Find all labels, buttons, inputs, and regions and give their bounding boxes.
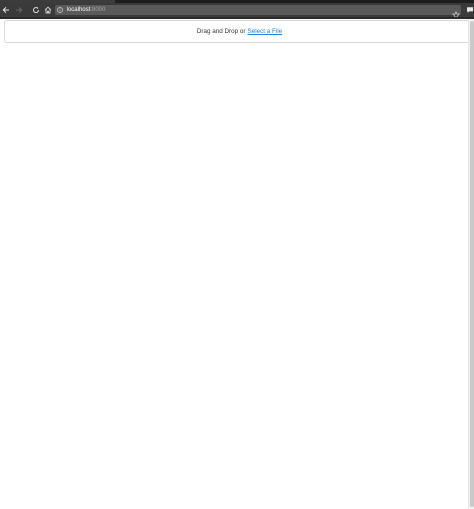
bookmark-star-icon[interactable]	[452, 6, 460, 19]
page-content: Drag and Drop or Select a File	[0, 19, 474, 509]
home-icon[interactable]	[43, 5, 53, 15]
select-file-link[interactable]: Select a File	[248, 28, 283, 35]
url-port: :8000	[90, 7, 106, 13]
url-host: localhost	[66, 7, 91, 13]
scrollbar-thumb[interactable]	[470, 21, 474, 507]
reload-icon[interactable]	[31, 5, 41, 15]
info-icon[interactable]	[57, 7, 64, 14]
file-dropzone[interactable]: Drag and Drop or Select a File	[4, 20, 474, 43]
page-scrollbar[interactable]	[468, 19, 474, 509]
browser-toolbar: localhost:8000	[0, 3, 474, 19]
dropzone-prompt: Drag and Drop or	[196, 28, 246, 35]
url-text: localhost:8000	[67, 5, 106, 15]
forward-arrow-icon[interactable]	[14, 5, 24, 15]
address-bar[interactable]: localhost:8000	[54, 5, 462, 19]
chat-bubble-icon[interactable]	[465, 6, 474, 15]
back-arrow-icon[interactable]	[1, 5, 11, 15]
